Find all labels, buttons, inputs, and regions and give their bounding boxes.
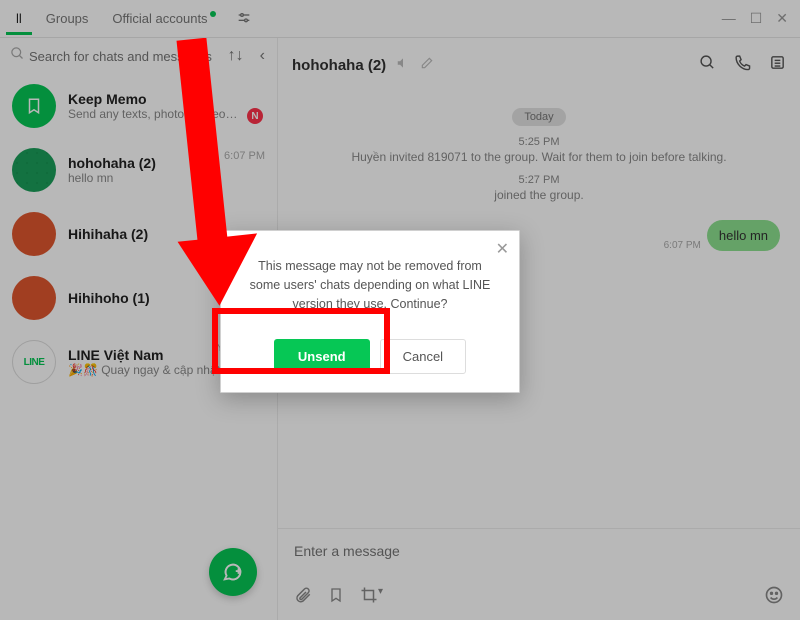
chat-preview: 🎉🎊 Quay ngay & cập nhật thông tin để nhậ… <box>68 363 238 377</box>
tab-official-accounts[interactable]: Official accounts <box>102 2 225 35</box>
chat-time: 6:07 PM <box>224 150 265 162</box>
call-icon[interactable] <box>734 54 751 76</box>
chat-preview: Send any texts, photos, videos, and link… <box>68 107 238 121</box>
cancel-button[interactable]: Cancel <box>380 339 466 374</box>
attach-icon[interactable] <box>294 586 312 609</box>
composer-toolbar: ▾ <box>278 565 800 620</box>
bookmark-compose-icon[interactable] <box>328 587 344 608</box>
message-input[interactable] <box>294 543 784 559</box>
emoji-icon[interactable] <box>764 585 784 610</box>
avatar <box>12 276 56 320</box>
system-message: joined the group. <box>298 188 780 202</box>
sort-icon[interactable]: ↑↓ <box>222 47 250 65</box>
tab-all[interactable]: ll <box>6 2 32 35</box>
close-icon[interactable]: ✕ <box>496 239 509 259</box>
new-chat-button[interactable] <box>209 548 257 596</box>
chat-item-hohohaha[interactable]: hohohaha (2) hello mn 6:07 PM <box>0 138 277 202</box>
edit-icon[interactable] <box>420 56 434 75</box>
new-badge: N <box>247 108 263 124</box>
search-icon <box>10 46 25 66</box>
avatar: LINE <box>12 340 56 384</box>
message-time: 6:07 PM <box>664 240 701 251</box>
menu-list-icon[interactable] <box>769 54 786 76</box>
close-window-icon[interactable]: ✕ <box>776 10 788 27</box>
tab-groups[interactable]: Groups <box>36 2 99 35</box>
message-bubble[interactable]: hello mn <box>707 220 780 251</box>
chat-title: Keep Memo <box>68 91 265 107</box>
crop-icon[interactable]: ▾ <box>360 586 383 609</box>
window-controls: — ☐ ✕ <box>722 10 794 27</box>
date-chip: Today <box>512 108 565 126</box>
dialog-text: This message may not be removed from som… <box>243 257 497 313</box>
system-time: 5:27 PM <box>298 174 780 186</box>
sliders-icon[interactable] <box>236 11 252 27</box>
unsend-button[interactable]: Unsend <box>274 339 370 374</box>
speaker-mute-icon[interactable] <box>396 56 410 75</box>
chat-name: hohohaha (2) <box>292 57 386 74</box>
search-input[interactable] <box>29 49 218 64</box>
collapse-chevron-icon[interactable]: ‹ <box>254 47 271 65</box>
top-tabs: ll Groups Official accounts — ☐ ✕ <box>0 0 800 38</box>
chat-item-keep-memo[interactable]: Keep Memo Send any texts, photos, videos… <box>0 74 277 138</box>
avatar <box>12 148 56 192</box>
bookmark-icon <box>12 84 56 128</box>
system-message: Huyền invited 819071 to the group. Wait … <box>298 150 780 164</box>
search-chat-icon[interactable] <box>699 54 716 76</box>
notification-dot-icon <box>210 11 216 17</box>
minimize-icon[interactable]: — <box>722 10 736 27</box>
chat-preview: hello mn <box>68 171 238 185</box>
maximize-icon[interactable]: ☐ <box>750 10 763 27</box>
avatar <box>12 212 56 256</box>
composer <box>278 528 800 565</box>
unsend-dialog: ✕ This message may not be removed from s… <box>220 230 520 393</box>
system-time: 5:25 PM <box>298 136 780 148</box>
chat-header: hohohaha (2) <box>278 38 800 92</box>
